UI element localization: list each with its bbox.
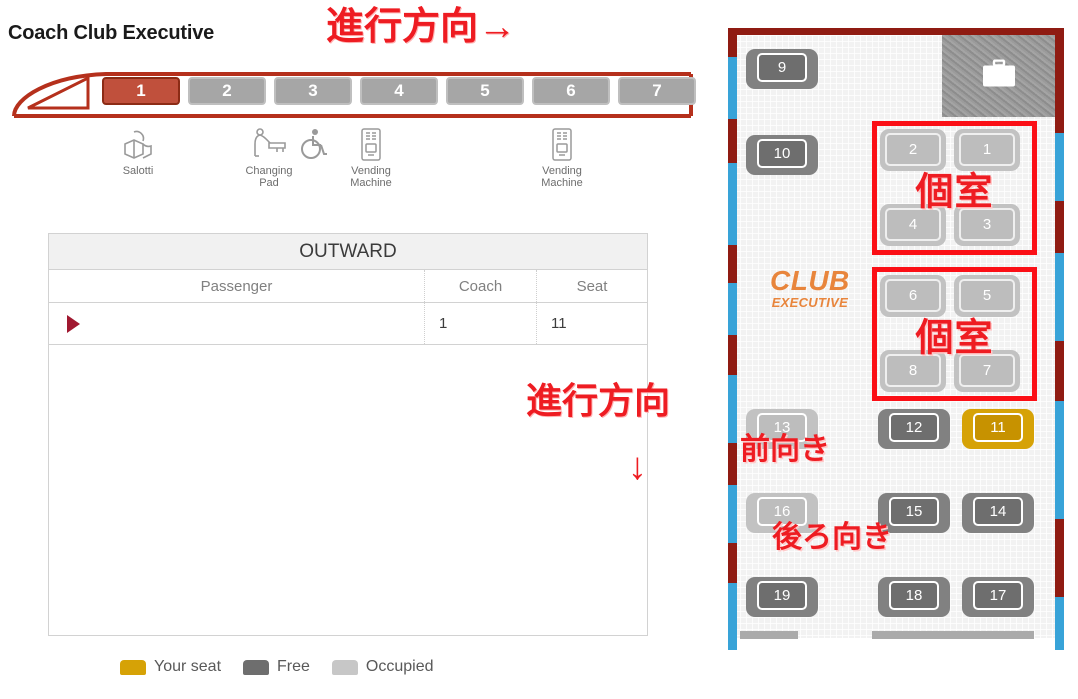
cell-passenger bbox=[49, 303, 424, 344]
column-header-seat: Seat bbox=[536, 270, 647, 302]
luggage-area bbox=[942, 35, 1055, 117]
coach-button-6[interactable]: 6 bbox=[532, 77, 610, 105]
coach-left-edge bbox=[728, 35, 737, 650]
travel-direction-annotation-top: 進行方向→ bbox=[326, 6, 517, 48]
amenity-label-salotti: Salotti bbox=[122, 165, 154, 177]
train-coach-selector[interactable]: 1 2 3 4 5 6 7 bbox=[10, 68, 696, 124]
compartment-label-2: 個室 bbox=[915, 317, 994, 360]
coach-button-1[interactable]: 1 bbox=[102, 77, 180, 105]
amenities-row: Salotti Changing Pad Vending Machine Ven… bbox=[0, 128, 700, 203]
column-header-coach: Coach bbox=[424, 270, 536, 302]
seat-number-18: 18 bbox=[889, 581, 939, 610]
amenity-salotti: Salotti bbox=[93, 128, 183, 177]
seat-9[interactable]: 9 bbox=[746, 49, 818, 89]
coach-seat-map[interactable]: CLUB EXECUTIVE 9 10 2 1 4 3 個室 6 5 8 7 個… bbox=[728, 28, 1064, 650]
vending-machine-icon bbox=[517, 128, 607, 162]
club-logo-line1: CLUB bbox=[770, 265, 850, 296]
club-logo-line2: EXECUTIVE bbox=[771, 295, 849, 310]
amenity-label-changing-pad: Changing Pad bbox=[245, 165, 293, 189]
travel-direction-annotation-middle: 進行方向 bbox=[526, 380, 671, 421]
table-header-row: Passenger Coach Seat bbox=[49, 270, 647, 303]
seat-12[interactable]: 12 bbox=[878, 409, 950, 449]
seat-number-19: 19 bbox=[757, 581, 807, 610]
legend-label-occupied: Occupied bbox=[365, 658, 434, 675]
seat-number-15: 15 bbox=[889, 497, 939, 526]
seat-number-14: 14 bbox=[973, 497, 1023, 526]
legend-item-occupied: Occupied bbox=[331, 658, 434, 676]
compartment-label-1: 個室 bbox=[915, 171, 994, 214]
club-executive-logo: CLUB EXECUTIVE bbox=[770, 265, 850, 310]
cell-seat: 11 bbox=[536, 303, 647, 344]
floor-bar-right bbox=[872, 631, 1034, 639]
seat-number-17: 17 bbox=[973, 581, 1023, 610]
legend-swatch-your-seat bbox=[120, 659, 146, 675]
suitcase-icon bbox=[982, 59, 1016, 93]
coach-button-5[interactable]: 5 bbox=[446, 77, 524, 105]
legend-label-free: Free bbox=[277, 658, 310, 675]
seat-orientation-forward-annotation: 前向き bbox=[740, 433, 830, 466]
floor-bar-left bbox=[740, 631, 798, 639]
seat-10[interactable]: 10 bbox=[746, 135, 818, 175]
coach-button-3[interactable]: 3 bbox=[274, 77, 352, 105]
amenity-label-vending-2: Vending Machine bbox=[541, 165, 583, 189]
legend-item-free: Free bbox=[243, 658, 310, 676]
seat-14[interactable]: 14 bbox=[962, 493, 1034, 533]
amenity-vending-machine-2: Vending Machine bbox=[517, 128, 607, 189]
legend-label-your-seat: Your seat bbox=[154, 658, 222, 675]
legend-swatch-free bbox=[243, 659, 270, 675]
amenity-vending-machine-1: Vending Machine bbox=[326, 128, 416, 189]
seat-orientation-backward-annotation: 後ろ向き bbox=[772, 521, 892, 554]
cell-coach: 1 bbox=[424, 303, 536, 344]
column-header-passenger: Passenger bbox=[200, 277, 273, 295]
coach-button-2[interactable]: 2 bbox=[188, 77, 266, 105]
booking-table: OUTWARD Passenger Coach Seat 1 11 bbox=[48, 233, 648, 636]
seat-17[interactable]: 17 bbox=[962, 577, 1034, 617]
table-title: OUTWARD bbox=[49, 234, 647, 270]
coach-button-7[interactable]: 7 bbox=[618, 77, 696, 105]
seat-number-12: 12 bbox=[889, 413, 939, 442]
seat-19[interactable]: 19 bbox=[746, 577, 818, 617]
seat-number-10: 10 bbox=[757, 139, 807, 168]
travel-direction-arrow-icon: ↓ bbox=[628, 446, 647, 488]
lounge-seat-icon bbox=[93, 128, 183, 162]
legend-item-your-seat: Your seat bbox=[120, 658, 221, 676]
seat-number-11: 11 bbox=[973, 413, 1023, 442]
seat-11[interactable]: 11 bbox=[962, 409, 1034, 449]
page-title: Coach Club Executive bbox=[8, 22, 215, 44]
seat-18[interactable]: 18 bbox=[878, 577, 950, 617]
legend-swatch-occupied bbox=[331, 659, 358, 675]
vending-machine-icon bbox=[326, 128, 416, 162]
coach-right-edge bbox=[1055, 35, 1064, 650]
private-compartment-1[interactable]: 2 1 4 3 個室 bbox=[872, 121, 1037, 255]
amenity-label-vending-1: Vending Machine bbox=[350, 165, 392, 189]
table-row[interactable]: 1 11 bbox=[49, 303, 647, 345]
seat-legend: Your seat Free Occupied bbox=[120, 658, 434, 676]
seat-number-9: 9 bbox=[757, 53, 807, 82]
coach-button-4[interactable]: 4 bbox=[360, 77, 438, 105]
private-compartment-2[interactable]: 6 5 8 7 個室 bbox=[872, 267, 1037, 401]
row-expand-caret-icon[interactable] bbox=[67, 314, 80, 333]
coach-list: 1 2 3 4 5 6 7 bbox=[102, 77, 696, 105]
